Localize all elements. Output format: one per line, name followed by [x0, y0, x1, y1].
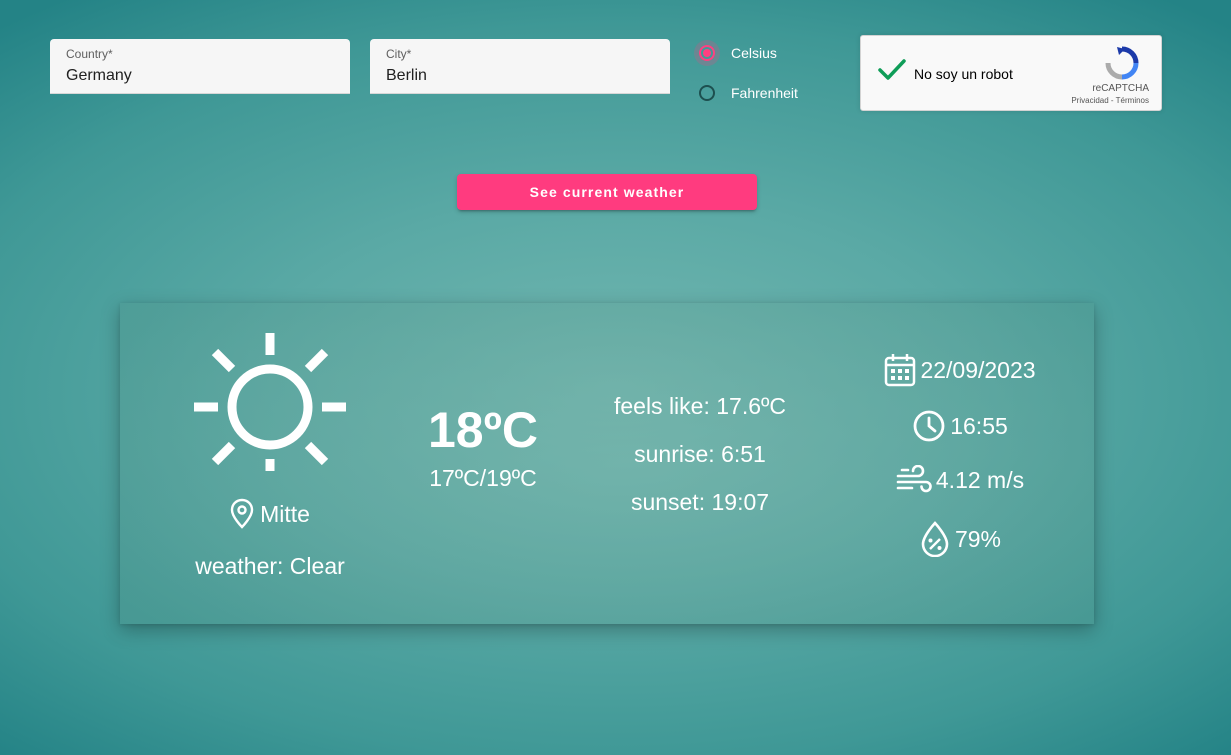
sunrise-time: sunrise: 6:51 [634, 441, 766, 467]
city-input[interactable] [386, 67, 654, 85]
recaptcha-logo-icon [1105, 46, 1139, 85]
time-value: 16:55 [950, 412, 1008, 439]
unit-celsius-option[interactable]: Celsius [699, 45, 777, 61]
date-value: 22/09/2023 [920, 356, 1036, 383]
recaptcha-widget[interactable]: No soy un robot reCAPTCHA Privacidad - T… [860, 35, 1162, 111]
current-temperature: 18ºC [428, 402, 538, 458]
recaptcha-links[interactable]: Privacidad - Términos [1071, 96, 1149, 105]
country-field[interactable]: Country* [50, 39, 350, 94]
date-row: 22/09/2023 [835, 353, 1085, 387]
wind-icon [896, 465, 932, 493]
celsius-label: Celsius [731, 45, 777, 61]
country-input[interactable] [66, 67, 334, 85]
checkmark-icon[interactable] [877, 58, 907, 87]
city-field[interactable]: City* [370, 39, 670, 94]
city-label: City* [386, 47, 412, 61]
humidity-icon [921, 521, 949, 557]
wind-row: 4.12 m/s [835, 465, 1085, 495]
sunset-time: sunset: 19:07 [630, 489, 770, 515]
humidity-row: 79% [835, 521, 1085, 557]
location: Mitte [120, 498, 420, 530]
fahrenheit-radio[interactable] [699, 85, 715, 101]
humidity-value: 79% [954, 525, 1002, 552]
clock-icon [913, 410, 945, 442]
location-pin-icon [230, 498, 254, 529]
see-current-weather-button[interactable]: See current weather [457, 174, 757, 210]
location-name: Mitte [260, 500, 310, 527]
recaptcha-label: No soy un robot [914, 66, 1013, 82]
wind-value: 4.12 m/s [935, 466, 1025, 493]
country-label: Country* [66, 47, 113, 61]
recaptcha-brand: reCAPTCHA [1092, 83, 1149, 94]
unit-fahrenheit-option[interactable]: Fahrenheit [699, 85, 798, 101]
temperature-range: 17ºC/19ºC [429, 465, 537, 491]
weather-condition: weather: Clear [195, 553, 345, 579]
fahrenheit-label: Fahrenheit [731, 85, 798, 101]
sun-icon [192, 331, 348, 481]
celsius-radio[interactable] [699, 45, 715, 61]
weather-card: Mitte weather: Clear 18ºC 17ºC/19ºC feel… [120, 303, 1094, 624]
time-row: 16:55 [835, 409, 1085, 443]
calendar-icon [885, 354, 916, 387]
feels-like: feels like: 17.6ºC [613, 393, 787, 419]
